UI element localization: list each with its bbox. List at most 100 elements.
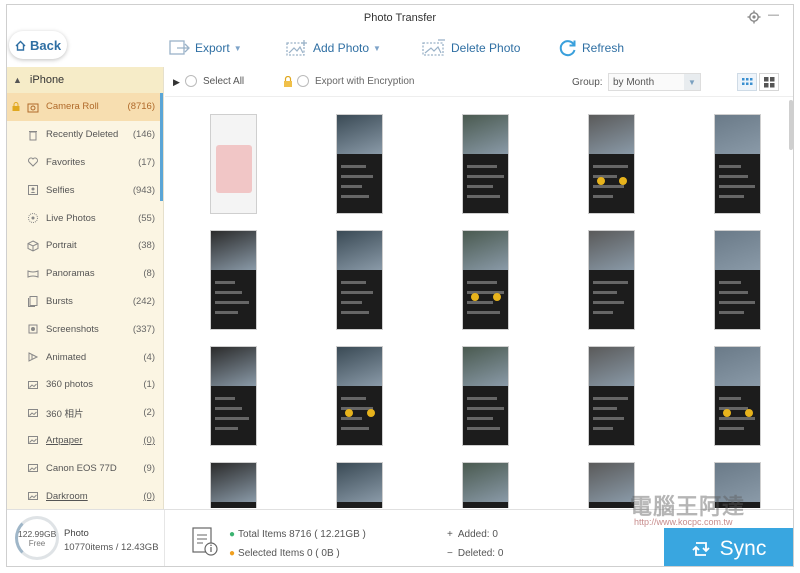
add-photo-button[interactable]: Add Photo ▼: [285, 37, 381, 59]
export-label: Export: [195, 41, 230, 55]
refresh-button[interactable]: Refresh: [558, 37, 624, 59]
grid-scrollbar[interactable]: [789, 100, 793, 150]
album-icon: [28, 380, 38, 389]
selected-items-text: Selected Items 0 ( 0B ): [238, 548, 340, 559]
device-header[interactable]: ▲ iPhone: [7, 67, 163, 93]
photo-thumbnail[interactable]: [336, 230, 383, 330]
photo-thumbnail[interactable]: [714, 114, 761, 214]
photo-thumbnail[interactable]: [336, 462, 383, 508]
photo-thumbnail[interactable]: [210, 346, 257, 446]
thumbnail-art: [216, 145, 252, 193]
select-all-checkbox[interactable]: Select All: [185, 75, 244, 87]
sidebar-item[interactable]: Panoramas (8): [7, 260, 163, 288]
photo-thumbnail[interactable]: [588, 346, 635, 446]
sidebar-item[interactable]: Screenshots (337): [7, 315, 163, 343]
photo-thumbnail[interactable]: [588, 230, 635, 330]
export-button[interactable]: Export ▼: [169, 37, 242, 59]
sidebar-scrollbar[interactable]: [160, 93, 163, 201]
group-select[interactable]: by Month ▼: [608, 73, 701, 91]
collapse-triangle-icon[interactable]: ▲: [13, 75, 22, 85]
photo-transfer-window: Photo Transfer — Back Export ▼ Add Photo…: [6, 4, 794, 567]
encryption-label: Export with Encryption: [315, 75, 415, 87]
sidebar-item[interactable]: Artpaper (0): [7, 427, 163, 455]
photo-thumbnail[interactable]: [210, 230, 257, 330]
thumbnail-dot: [723, 409, 731, 417]
delete-photo-button[interactable]: Delete Photo: [421, 37, 520, 59]
sidebar-item[interactable]: 360 photos (1): [7, 371, 163, 399]
thumbnail-line: [593, 427, 613, 430]
photo-thumbnail[interactable]: [462, 230, 509, 330]
selected-items-stat: ● Selected Items 0 ( 0B ): [229, 548, 340, 559]
photo-thumbnail[interactable]: [336, 114, 383, 214]
thumbnail-line: [341, 417, 362, 420]
toolbar: Back Export ▼ Add Photo ▼ Delete Photo R…: [7, 31, 793, 67]
sidebar-item-count: (8716): [127, 101, 155, 113]
sync-button[interactable]: Sync: [664, 528, 793, 566]
photo-thumbnail[interactable]: [588, 462, 635, 508]
select-all-label: Select All: [203, 75, 245, 87]
status-bar: 122.99GB Free Photo 10770items / 12.43GB…: [7, 509, 793, 566]
photo-thumbnail[interactable]: [714, 346, 761, 446]
sidebar-item-count: (0): [143, 490, 155, 502]
minimize-icon[interactable]: —: [768, 9, 779, 21]
photo-thumbnail[interactable]: [462, 346, 509, 446]
thumbnail-image: [463, 231, 508, 271]
small-grid-view-button[interactable]: [737, 73, 757, 91]
thumbnail-line: [719, 185, 755, 188]
sidebar-item-label: Screenshots: [46, 323, 99, 335]
sidebar-item[interactable]: 360 相片 (2): [7, 399, 163, 427]
delete-photo-icon: [422, 39, 445, 56]
animated-icon: [28, 352, 39, 362]
photo-thumbnail[interactable]: [462, 462, 509, 508]
sidebar-item[interactable]: Darkroom (0): [7, 482, 163, 509]
settings-gear-icon[interactable]: [747, 10, 761, 24]
sync-icon: [692, 541, 710, 556]
thumbnail-line: [467, 185, 493, 188]
thumbnail-image: [715, 463, 760, 503]
thumbnail-line: [593, 185, 624, 188]
thumbnail-line: [719, 175, 748, 178]
photo-thumbnail[interactable]: [714, 230, 761, 330]
sidebar-item-label: Canon EOS 77D: [46, 462, 117, 474]
export-icon: [169, 40, 190, 55]
panorama-icon: [27, 269, 39, 278]
sidebar-item[interactable]: Live Photos (55): [7, 204, 163, 232]
photo-thumbnail[interactable]: [588, 114, 635, 214]
refresh-icon: [559, 40, 576, 57]
thumbnail-line: [341, 281, 366, 284]
photo-thumbnail[interactable]: [210, 114, 257, 214]
sidebar-item-count: (0): [143, 434, 155, 446]
document-info-icon: [192, 527, 218, 556]
sidebar-item[interactable]: Portrait (38): [7, 232, 163, 260]
thumbnail-line: [467, 427, 500, 430]
thumbnail-line: [593, 165, 628, 168]
photo-thumbnail[interactable]: [714, 462, 761, 508]
expand-triangle-icon[interactable]: ▶: [173, 77, 180, 88]
photo-thumbnail[interactable]: [210, 462, 257, 508]
sidebar-item[interactable]: Bursts (242): [7, 288, 163, 316]
sidebar-item[interactable]: Canon EOS 77D (9): [7, 454, 163, 482]
thumbnail-image: [715, 231, 760, 271]
sidebar-item[interactable]: Favorites (17): [7, 149, 163, 177]
sidebar: ▲ iPhone Camera Roll (8716) Recently Delet…: [7, 67, 164, 509]
thumbnail-line: [215, 311, 238, 314]
photo-thumbnail[interactable]: [336, 346, 383, 446]
large-grid-view-button[interactable]: [759, 73, 779, 91]
home-icon: [15, 40, 26, 51]
sidebar-item[interactable]: Animated (4): [7, 343, 163, 371]
thumbnail-line: [467, 311, 500, 314]
album-icon: [28, 464, 38, 473]
photo-thumbnail[interactable]: [462, 114, 509, 214]
sidebar-item-label: Camera Roll: [46, 101, 99, 113]
sidebar-item[interactable]: Camera Roll (8716): [7, 93, 163, 121]
thumbnail-line: [341, 175, 373, 178]
chevron-down-icon: ▼: [373, 43, 381, 53]
thumbnail-image: [337, 463, 382, 503]
thumbnail-image: [589, 231, 634, 271]
sidebar-item[interactable]: Selfies (943): [7, 176, 163, 204]
back-button[interactable]: Back: [9, 31, 67, 59]
thumbnail-line: [719, 427, 744, 430]
export-encryption-checkbox[interactable]: Export with Encryption: [283, 75, 415, 87]
storage-free-value: 122.99GB: [18, 529, 57, 539]
sidebar-item[interactable]: Recently Deleted (146): [7, 121, 163, 149]
